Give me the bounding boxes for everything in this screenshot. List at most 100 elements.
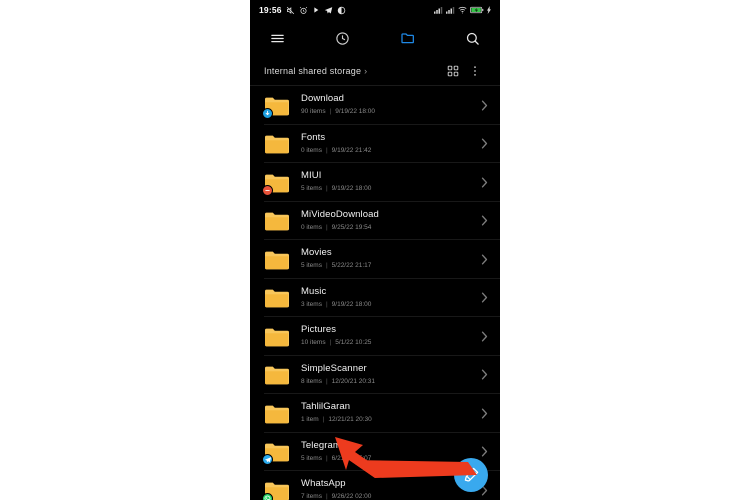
status-bar: 19:56 [250,0,500,20]
chevron-right-icon [475,408,488,419]
play-icon [312,6,320,14]
meta-divider: | [325,223,328,231]
meta-divider: | [325,185,328,193]
breadcrumb: Internal shared storage › [250,56,500,86]
row-text: MiVideoDownload 0 items | 9/25/22 19:54 [301,209,475,233]
row-text: WhatsApp 7 items | 9/26/22 02:00 [301,478,475,500]
file-item-count: 0 items [301,223,322,231]
chevron-right-icon [475,446,488,457]
file-meta: 5 items | 5/22/22 21:17 [301,261,475,271]
top-navigation-bar [250,20,500,56]
breadcrumb-path[interactable]: Internal shared storage [264,66,361,76]
row-text: MIUI 5 items | 9/19/22 18:00 [301,170,475,194]
meta-divider: | [325,454,328,462]
file-date: 9/19/22 21:42 [331,146,372,154]
more-options-icon[interactable] [464,60,486,82]
alarm-icon [299,6,308,15]
status-time: 19:56 [259,5,282,15]
meta-divider: | [325,300,328,308]
table-row[interactable]: MiVideoDownload 0 items | 9/25/22 19:54 [250,202,500,241]
row-text: Download 90 items | 9/19/22 18:00 [301,93,475,117]
breadcrumb-separator: › [364,65,368,76]
file-item-count: 8 items [301,377,322,385]
meta-divider: | [325,146,328,154]
cleaner-fab-button[interactable] [454,458,488,492]
table-row[interactable]: Fonts 0 items | 9/19/22 21:42 [250,125,500,164]
screenshot-canvas: 19:56 Internal shared storage › Download… [0,0,750,500]
table-row[interactable]: Movies 5 items | 5/22/22 21:17 [250,240,500,279]
table-row[interactable]: Music 3 items | 9/19/22 18:00 [250,279,500,318]
chevron-right-icon [475,369,488,380]
folder-icon [264,403,289,424]
chevron-right-icon [475,138,488,149]
download-badge [262,107,273,119]
meta-divider: | [322,416,325,424]
file-item-count: 5 items [301,454,322,462]
table-row[interactable]: Pictures 10 items | 5/1/22 10:25 [250,317,500,356]
battery-charging-icon [470,6,484,14]
file-date: 12/21/21 20:30 [328,416,372,424]
folder-thumbnail [262,478,289,500]
file-meta: 5 items | 6/21/22 15:07 [301,454,475,464]
chevron-right-icon [475,292,488,303]
telegram-badge [262,454,273,466]
file-name: Movies [301,247,332,259]
file-name: SimpleScanner [301,362,367,374]
file-item-count: 5 items [301,185,322,193]
file-name: WhatsApp [301,478,346,490]
row-text: Music 3 items | 9/19/22 18:00 [301,286,475,310]
table-row[interactable]: SimpleScanner 8 items | 12/20/21 20:31 [250,356,500,395]
menu-icon[interactable] [264,25,290,51]
chevron-right-icon [475,215,488,226]
file-date: 12/20/21 20:31 [331,377,376,385]
file-item-count: 7 items [301,493,322,500]
file-meta: 10 items | 5/1/22 10:25 [301,338,475,348]
file-meta: 7 items | 9/26/22 02:00 [301,492,475,500]
file-date: 6/21/22 15:07 [331,454,372,462]
dnd-moon-icon [337,6,346,15]
file-name: TahlilGaran [301,401,351,413]
file-date: 9/19/22 18:00 [331,300,372,308]
folder-thumbnail [262,170,289,196]
recent-clock-icon[interactable] [329,25,355,51]
signal-sim2-icon [446,6,455,14]
file-meta: 3 items | 9/19/22 18:00 [301,300,475,310]
folder-icon [264,249,289,270]
meta-divider: | [329,108,332,116]
table-row[interactable]: TahlilGaran 1 item | 12/21/21 20:30 [250,394,500,433]
status-bar-right [434,6,491,14]
file-name: Pictures [301,324,337,336]
file-date: 9/25/22 19:54 [331,223,372,231]
table-row[interactable]: Download 90 items | 9/19/22 18:00 [250,86,500,125]
file-item-count: 10 items [301,339,326,347]
meta-divider: | [325,377,328,385]
mute-icon [286,6,295,15]
row-text: Movies 5 items | 5/22/22 21:17 [301,247,475,271]
file-name: Telegram [301,439,341,451]
file-date: 9/19/22 18:00 [331,185,372,193]
folder-thumbnail [264,401,289,426]
meta-divider: | [325,493,328,500]
folder-thumbnail [264,247,289,272]
folder-icon[interactable] [395,25,421,51]
search-icon[interactable] [460,25,486,51]
file-meta: 0 items | 9/25/22 19:54 [301,223,475,233]
row-text: Fonts 0 items | 9/19/22 21:42 [301,132,475,156]
table-row[interactable]: MIUI 5 items | 9/19/22 18:00 [250,163,500,202]
file-item-count: 5 items [301,262,322,270]
file-item-count: 3 items [301,300,322,308]
grid-view-icon[interactable] [442,60,464,82]
file-item-count: 1 item [301,416,319,424]
file-list[interactable]: Download 90 items | 9/19/22 18:00 Fonts 0 ite… [250,86,500,500]
file-date: 5/22/22 21:17 [331,262,372,270]
file-date: 9/26/22 02:00 [331,493,372,500]
folder-thumbnail [264,208,289,233]
file-name: Fonts [301,131,326,143]
folder-icon [264,210,289,231]
file-date: 5/1/22 10:25 [335,339,372,347]
file-name: Download [301,93,345,105]
file-meta: 0 items | 9/19/22 21:42 [301,146,475,156]
file-name: MiVideoDownload [301,208,379,220]
meta-divider: | [325,262,328,270]
folder-thumbnail [262,93,289,119]
